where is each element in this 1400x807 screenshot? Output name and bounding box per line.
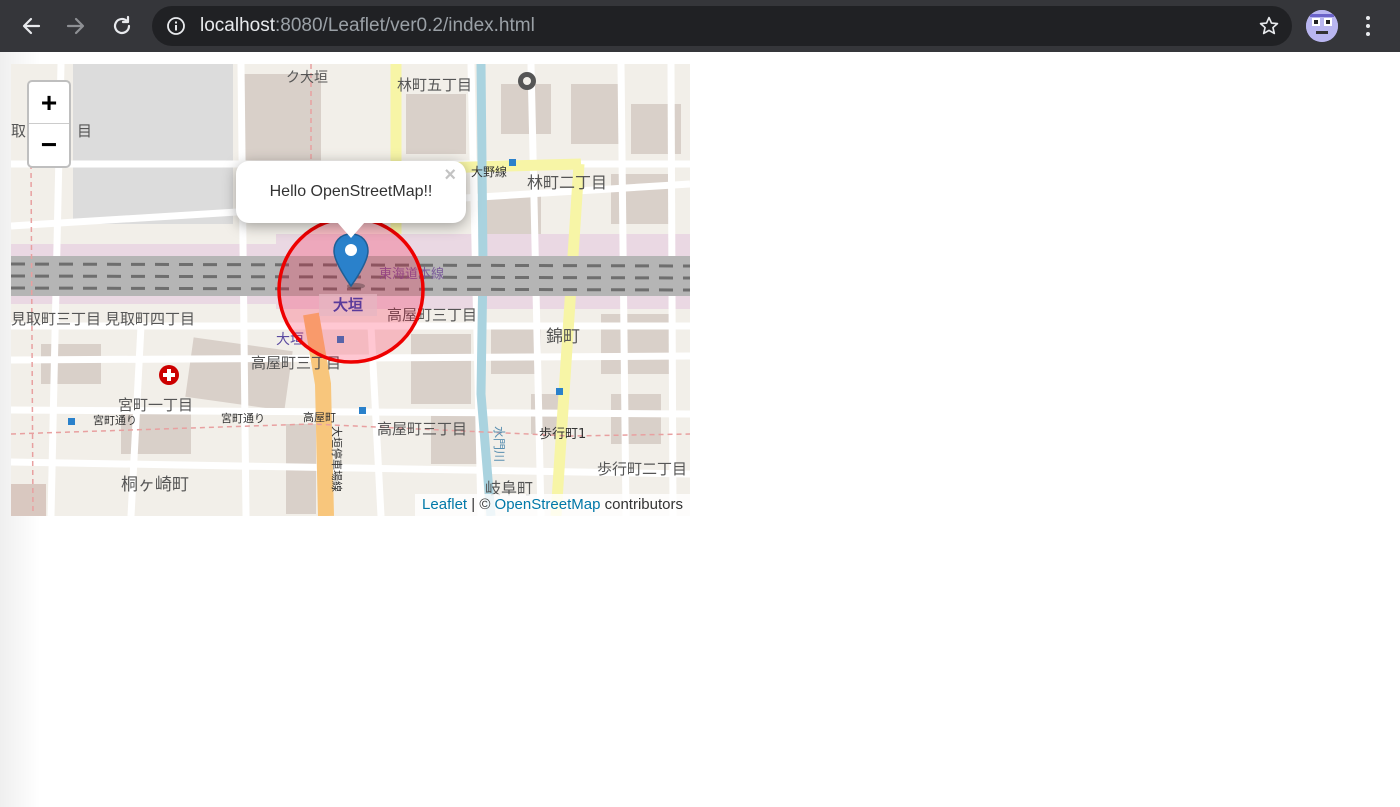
- map-label: 歩行町1: [539, 427, 586, 442]
- map-tiles[interactable]: ク大垣 林町五丁目 取町 目 大野線 林町二丁目 東海道本線 見取町三丁目 見取…: [11, 64, 690, 516]
- map-label: 林町五丁目: [397, 76, 472, 94]
- map-label: 桐ヶ崎町: [121, 475, 189, 495]
- attribution-separator: | ©: [467, 496, 495, 513]
- map-label: 大野線: [471, 164, 507, 179]
- zoom-control: + −: [27, 80, 71, 168]
- map-label: 高屋町三丁目: [377, 420, 467, 438]
- zoom-out-button[interactable]: −: [29, 124, 69, 166]
- arrow-left-icon: [22, 17, 41, 35]
- menu-dot: [1366, 32, 1370, 36]
- back-button[interactable]: [15, 10, 47, 42]
- menu-dot: [1366, 24, 1370, 28]
- map-label: 錦町: [546, 327, 580, 347]
- popup-close-button[interactable]: ×: [444, 165, 456, 185]
- url-text[interactable]: localhost:8080/Leaflet/ver0.2/index.html: [200, 6, 535, 46]
- avatar-face-icon: [1306, 10, 1338, 42]
- leaflet-map[interactable]: ク大垣 林町五丁目 取町 目 大野線 林町二丁目 東海道本線 見取町三丁目 見取…: [11, 64, 690, 516]
- info-icon[interactable]: [166, 16, 186, 36]
- map-label: 水門川: [492, 426, 506, 462]
- map-label: 目: [77, 122, 92, 140]
- zoom-in-button[interactable]: +: [29, 82, 69, 124]
- attribution-suffix: contributors: [600, 496, 683, 513]
- profile-avatar[interactable]: [1306, 10, 1338, 42]
- map-label: 歩行町二丁目: [597, 460, 687, 478]
- map-label: 大垣停車場線: [330, 426, 344, 492]
- reload-icon: [113, 15, 131, 35]
- url-host: localhost: [200, 15, 275, 36]
- popup-content: Hello OpenStreetMap!!: [269, 183, 433, 200]
- map-label: ク大垣: [286, 70, 328, 86]
- map-label: 高屋町: [303, 410, 336, 424]
- map-label-station: 大垣: [333, 296, 363, 314]
- browser-menu-button[interactable]: [1356, 10, 1380, 42]
- menu-dot: [1366, 16, 1370, 20]
- map-label: 見取町四丁目: [105, 310, 195, 328]
- map-label: 宮町一丁目: [118, 396, 193, 414]
- map-label: 宮町通り: [93, 413, 137, 427]
- arrow-right-icon: [66, 17, 85, 35]
- address-bar[interactable]: localhost:8080/Leaflet/ver0.2/index.html: [152, 6, 1292, 46]
- bookmark-star-icon[interactable]: [1258, 15, 1280, 37]
- popup-tip: [337, 222, 365, 238]
- openstreetmap-link[interactable]: OpenStreetMap: [495, 496, 601, 513]
- map-label: 見取町三丁目: [11, 310, 101, 328]
- map-label: 宮町通り: [221, 411, 265, 425]
- marker-popup: Hello OpenStreetMap!! ×: [236, 161, 466, 238]
- map-attribution: Leaflet | © OpenStreetMap contributors: [415, 494, 690, 516]
- reload-button[interactable]: [106, 10, 138, 42]
- browser-toolbar: localhost:8080/Leaflet/ver0.2/index.html: [0, 0, 1400, 52]
- map-label: 林町二丁目: [527, 173, 607, 192]
- forward-button[interactable]: [60, 10, 92, 42]
- url-path: :8080/Leaflet/ver0.2/index.html: [275, 15, 535, 36]
- leaflet-link[interactable]: Leaflet: [422, 496, 467, 513]
